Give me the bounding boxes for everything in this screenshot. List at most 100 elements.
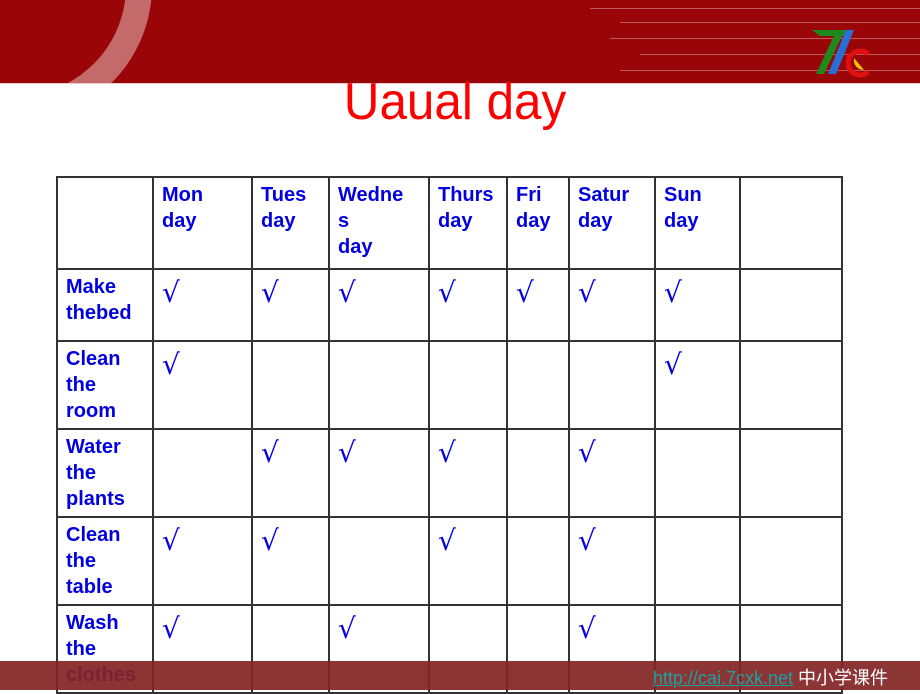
header-text-line: day: [162, 210, 197, 232]
row-label-cell: Make thebed: [56, 268, 154, 342]
check-mark-icon: √: [261, 276, 279, 309]
check-mark-icon: √: [438, 436, 456, 469]
chores-table: Mon day Tues day Wedne s day Thurs day Fri day Satu…: [56, 176, 843, 694]
check-cell-sunday: √: [654, 340, 741, 430]
check-cell-monday: [152, 428, 253, 518]
row-label-cell: Clean the room: [56, 340, 154, 430]
check-mark-icon: √: [338, 436, 356, 469]
check-cell-sunday: √: [654, 268, 741, 342]
check-cell-friday: [506, 428, 570, 518]
check-mark-icon: √: [162, 612, 180, 645]
check-cell-wednesday: [328, 340, 430, 430]
check-cell-thursday: √: [428, 428, 508, 518]
header-text-line: day: [261, 210, 296, 232]
header-cell-saturday: Satur day: [568, 176, 656, 270]
row-label-line: table: [66, 576, 113, 598]
check-cell-tuesday: √: [251, 516, 330, 606]
check-cell-wednesday: [328, 516, 430, 606]
table-row: Clean the table √ √ √ √: [56, 516, 843, 606]
header-text-line: day: [438, 210, 473, 232]
header-text-line: day: [516, 210, 551, 232]
check-cell-monday: √: [152, 268, 253, 342]
check-cell-saturday: [568, 340, 656, 430]
table-row: Water the plants √ √ √ √: [56, 428, 843, 518]
check-mark-icon: √: [438, 276, 456, 309]
banner-stripe: [640, 54, 920, 55]
footer-caption: 中小学课件: [792, 668, 888, 688]
check-mark-icon: √: [438, 524, 456, 557]
row-label-line: room: [66, 400, 116, 422]
check-mark-icon: √: [162, 524, 180, 557]
check-mark-icon: √: [261, 524, 279, 557]
row-label-line: Water: [66, 436, 121, 458]
row-label-line: the: [66, 374, 96, 396]
row-label-line: the: [66, 462, 96, 484]
header-empty-cell: [739, 176, 843, 270]
header-text-line: day: [338, 236, 373, 258]
7c-logo-icon: [812, 30, 870, 78]
check-cell-tuesday: √: [251, 268, 330, 342]
header-corner-cell: [56, 176, 154, 270]
check-cell-thursday: √: [428, 516, 508, 606]
check-cell-saturday: √: [568, 428, 656, 518]
row-label-line: thebed: [66, 302, 132, 324]
header-text-line: s: [338, 210, 350, 232]
check-mark-icon: √: [162, 348, 180, 381]
check-cell-thursday: √: [428, 268, 508, 342]
check-cell-saturday: √: [568, 516, 656, 606]
check-cell-tuesday: √: [251, 428, 330, 518]
row-label-line: plants: [66, 488, 125, 510]
row-label-line: Wash: [66, 612, 119, 634]
header-text-line: day: [578, 210, 613, 232]
header-text-line: Sun: [664, 184, 702, 206]
check-mark-icon: √: [338, 276, 356, 309]
table-row: Clean the room √ √: [56, 340, 843, 430]
header-cell-thursday: Thurs day: [428, 176, 508, 270]
check-mark-icon: √: [516, 276, 534, 309]
check-cell-monday: √: [152, 516, 253, 606]
check-cell-tuesday: [251, 340, 330, 430]
header-text-line: Thurs: [438, 184, 494, 206]
row-label-line: Make: [66, 276, 117, 298]
row-label-line: Clean: [66, 348, 121, 370]
check-cell-extra: [739, 516, 843, 606]
header-text-line: Fri: [516, 184, 542, 206]
check-cell-sunday: [654, 516, 741, 606]
check-cell-extra: [739, 428, 843, 518]
check-cell-friday: [506, 516, 570, 606]
header-text-line: Tues: [261, 184, 307, 206]
banner-stripe: [590, 8, 920, 9]
footer-text: http://cai.7cxk.net 中小学课件: [653, 664, 888, 690]
check-mark-icon: √: [578, 436, 596, 469]
check-mark-icon: √: [664, 348, 682, 381]
row-label-line: the: [66, 550, 96, 572]
check-cell-friday: √: [506, 268, 570, 342]
header-cell-friday: Fri day: [506, 176, 570, 270]
banner-stripe: [620, 70, 920, 71]
row-label-line: Clean: [66, 524, 121, 546]
header-text-line: day: [664, 210, 699, 232]
header-cell-sunday: Sun day: [654, 176, 741, 270]
check-mark-icon: √: [261, 436, 279, 469]
slide-title: Uaual day: [343, 73, 567, 131]
check-cell-extra: [739, 268, 843, 342]
header-cell-tuesday: Tues day: [251, 176, 330, 270]
row-label-line: the: [66, 638, 96, 660]
check-cell-friday: [506, 340, 570, 430]
check-mark-icon: √: [338, 612, 356, 645]
check-cell-wednesday: √: [328, 268, 430, 342]
header-text-line: Wedne: [338, 184, 404, 206]
footer-link[interactable]: http://cai.7cxk.net: [653, 668, 793, 688]
header-cell-monday: Mon day: [152, 176, 253, 270]
check-cell-saturday: √: [568, 268, 656, 342]
check-cell-thursday: [428, 340, 508, 430]
check-mark-icon: √: [162, 276, 180, 309]
check-mark-icon: √: [664, 276, 682, 309]
check-cell-sunday: [654, 428, 741, 518]
row-label-cell: Water the plants: [56, 428, 154, 518]
header-text-line: Satur: [578, 184, 630, 206]
banner-stripe: [620, 22, 920, 23]
check-mark-icon: √: [578, 276, 596, 309]
row-label-cell: Clean the table: [56, 516, 154, 606]
header-text-line: Mon: [162, 184, 204, 206]
